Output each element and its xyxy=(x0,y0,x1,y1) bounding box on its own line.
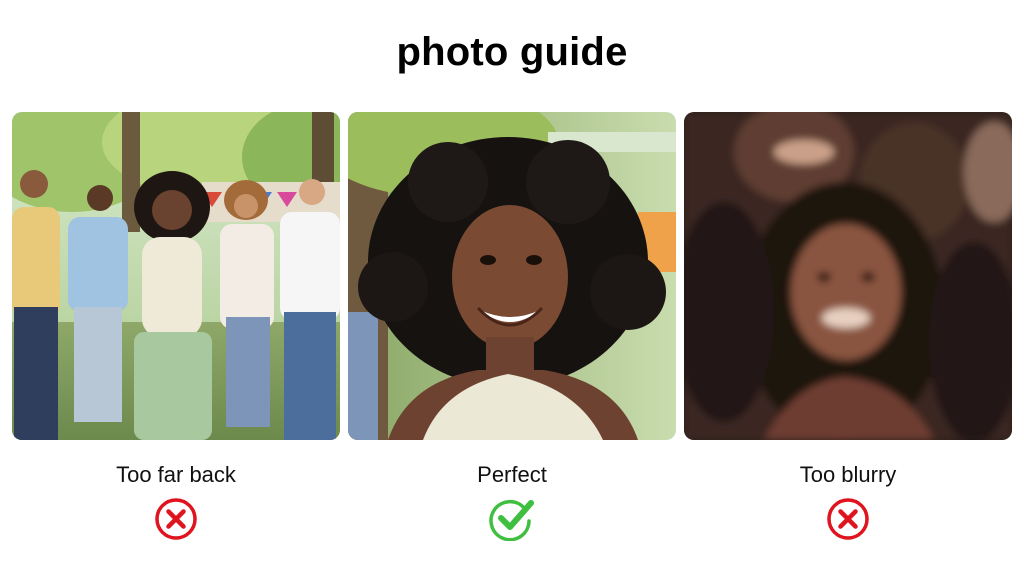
example-photo-too-blurry xyxy=(684,112,1012,440)
page-title: photo guide xyxy=(396,30,628,74)
example-photo-perfect xyxy=(348,112,676,440)
check-circle-icon xyxy=(489,497,534,542)
caption-perfect: Perfect xyxy=(477,462,547,487)
x-circle-icon xyxy=(826,497,870,541)
example-photo-too-far-back xyxy=(12,112,340,440)
caption-too-far-back: Too far back xyxy=(116,462,236,487)
x-circle-icon xyxy=(154,497,198,541)
photo-guide-page: photo guide Too far back Perfect Too blu… xyxy=(0,0,1024,576)
caption-too-blurry: Too blurry xyxy=(799,462,897,487)
